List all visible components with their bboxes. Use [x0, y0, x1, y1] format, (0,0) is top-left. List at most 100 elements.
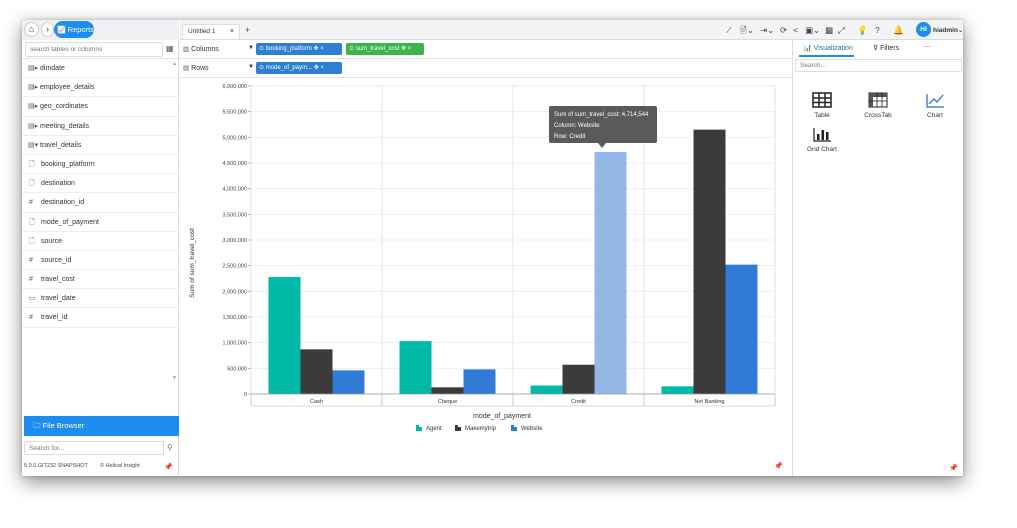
tree-column-booking-platform[interactable]: 🗋 booking_platform [22, 155, 179, 175]
pin-icon[interactable]: 📌 [774, 462, 783, 470]
legend-swatch [419, 427, 422, 431]
chevron-right-icon[interactable]: › [41, 22, 54, 37]
bar [562, 364, 595, 394]
export-icon[interactable]: ⇥⌄ [760, 25, 774, 36]
avatar[interactable]: HI [916, 22, 931, 37]
search-tables-input[interactable] [25, 42, 163, 57]
tree-label: destination_id [41, 199, 85, 207]
table-search-row: ▦ [22, 40, 179, 59]
number-icon: # [29, 256, 33, 264]
tree-label: source_id [41, 256, 72, 264]
bar [725, 264, 758, 394]
text-icon: 🗋 [29, 218, 35, 226]
remove-icon[interactable]: × [320, 46, 324, 52]
tab-visualization[interactable]: 📊 Visualization [803, 44, 853, 52]
tree-column-destination[interactable]: 🗋 destination [22, 174, 179, 194]
rows-shelf-label: ▤ Rows [183, 64, 209, 72]
pill-booking-platform[interactable]: ⊙ booking_platform ✥ × [256, 43, 342, 55]
file-browser-button[interactable]: 🗀 File Browser [24, 416, 179, 436]
y-tick-label: 500,000 [227, 366, 247, 372]
fullscreen-icon[interactable]: ⤢ [838, 25, 845, 36]
tree-column-travel-date[interactable]: ▭ travel_date [22, 289, 179, 309]
visualization-search-input[interactable] [795, 59, 962, 72]
pill-mode-of-payment[interactable]: ⊙ mode_of_paym... ✥ × [256, 62, 342, 74]
reports-button[interactable]: 📈 Reports [54, 21, 94, 38]
pin-icon[interactable]: 📌 [949, 464, 958, 472]
x-axis-label: mode_of_payment [473, 413, 531, 420]
tree-table-geo-cordinates[interactable]: ▤▸ geo_cordinates [22, 97, 179, 117]
search-icon[interactable]: ⚲ [167, 443, 173, 452]
tree-column-travel-id[interactable]: # travel_id [22, 308, 179, 328]
tree-label: travel_id [41, 314, 68, 322]
tree-column-source-id[interactable]: # source_id [22, 251, 179, 271]
number-icon: # [29, 199, 33, 207]
remove-icon[interactable]: × [408, 46, 412, 52]
tab-filters-label: Filters [880, 45, 900, 52]
scroll-down-arrow[interactable]: ▼ [172, 375, 177, 381]
tooltip-line-2: Column: Website [554, 123, 600, 129]
caret-down-icon[interactable]: ▼ [248, 45, 254, 51]
tree-column-mode-of-payment[interactable]: 🗋 mode_of_payment [22, 213, 179, 232]
check-icon: ⊙ [259, 65, 266, 71]
scroll-up-arrow[interactable]: ▲ [172, 61, 177, 67]
lightbulb-icon[interactable]: 💡 [857, 25, 868, 36]
number-icon: # [29, 314, 33, 322]
bell-icon[interactable]: 🔔 [893, 25, 904, 36]
caret-down-icon[interactable]: ▼ [248, 64, 254, 70]
tree-table-dimdate[interactable]: ▤▸ dimdate [22, 59, 179, 79]
pill-sum-travel-cost[interactable]: ⊙ sum_travel_cost ✥ × [346, 43, 424, 55]
text-icon: 🗋 [29, 180, 35, 188]
viz-grid-chart[interactable]: Grid Chart [797, 126, 847, 153]
drag-icon[interactable]: ✥ [399, 46, 407, 52]
y-tick-label: 4,500,000 [223, 161, 247, 167]
refresh-icon[interactable]: ⟳ [780, 25, 787, 36]
bar [530, 385, 563, 394]
tree-column-travel-cost[interactable]: # travel_cost [22, 270, 179, 290]
text-icon: 🗋 [29, 237, 35, 245]
columns-shelf: ▥ Columns ▼ ⊙ booking_platform ✥ × ⊙ sum_… [180, 40, 792, 59]
app-window: ⌂ › 📈Reports ▦ ▤▸dimdate ▤▸employee_deta… [22, 20, 963, 476]
username[interactable]: hiadmin⌄ [933, 26, 963, 34]
viz-chart[interactable]: Chart [910, 92, 960, 119]
viz-label: CrossTab [864, 112, 892, 119]
y-axis-label: Sum of sum_travel_cost [189, 228, 196, 298]
tree-column-source[interactable]: 🗋 source [22, 232, 179, 251]
columns-label-text: Columns [191, 46, 219, 53]
add-tab-icon[interactable]: + [245, 25, 250, 35]
share-icon[interactable]: < [793, 25, 798, 35]
viz-crosstab[interactable]: CrossTab [853, 92, 903, 119]
tab-filters[interactable]: ⊽ Filters [873, 44, 899, 52]
help-icon[interactable]: ? [875, 25, 880, 35]
image-icon[interactable]: ▩ [825, 25, 833, 36]
legend-label: Website [521, 426, 543, 432]
columns-shelf-label: ▥ Columns [183, 45, 219, 53]
more-icon[interactable]: ··· [923, 42, 931, 51]
home-icon[interactable]: ⌂ [24, 22, 39, 37]
tree-column-destination-id[interactable]: # destination_id [22, 193, 179, 213]
bar [594, 151, 627, 394]
remove-icon[interactable]: × [320, 65, 324, 71]
tree-table-meeting-details[interactable]: ▤▸ meeting_details [22, 117, 179, 136]
left-sidebar: ⌂ › 📈Reports ▦ ▤▸dimdate ▤▸employee_deta… [22, 20, 179, 476]
chart-icon: 📈 [57, 27, 66, 34]
close-icon[interactable]: × [230, 25, 234, 39]
tab-visualization-label: Visualization [813, 45, 853, 52]
save-icon[interactable]: 🗎⌄ [740, 25, 754, 39]
rows-label-text: Rows [191, 65, 209, 72]
tree-table-employee-details[interactable]: ▤▸ employee_details [22, 78, 179, 98]
grid-icon[interactable]: ▦ [166, 44, 174, 53]
search-for-input[interactable] [24, 441, 164, 455]
tab-untitled-1[interactable]: Untitled 1 × [182, 24, 240, 39]
y-tick-label: 1,000,000 [223, 341, 247, 347]
pill-label: sum_travel_cost [355, 46, 400, 52]
tree-label: employee_details [40, 84, 95, 92]
tree-table-travel-details[interactable]: ▤▾ travel_details [22, 136, 179, 155]
tree-label: meeting_details [40, 122, 90, 130]
number-icon: # [29, 276, 33, 284]
layout-icon[interactable]: ▣⌄ [805, 25, 820, 36]
viz-table[interactable]: Table [797, 92, 847, 119]
line-chart-icon[interactable]: ⟋ [726, 25, 732, 36]
bar-chart-icon [813, 128, 831, 142]
drag-icon[interactable]: ✥ [312, 46, 320, 52]
pin-icon[interactable]: 📌 [164, 463, 173, 471]
